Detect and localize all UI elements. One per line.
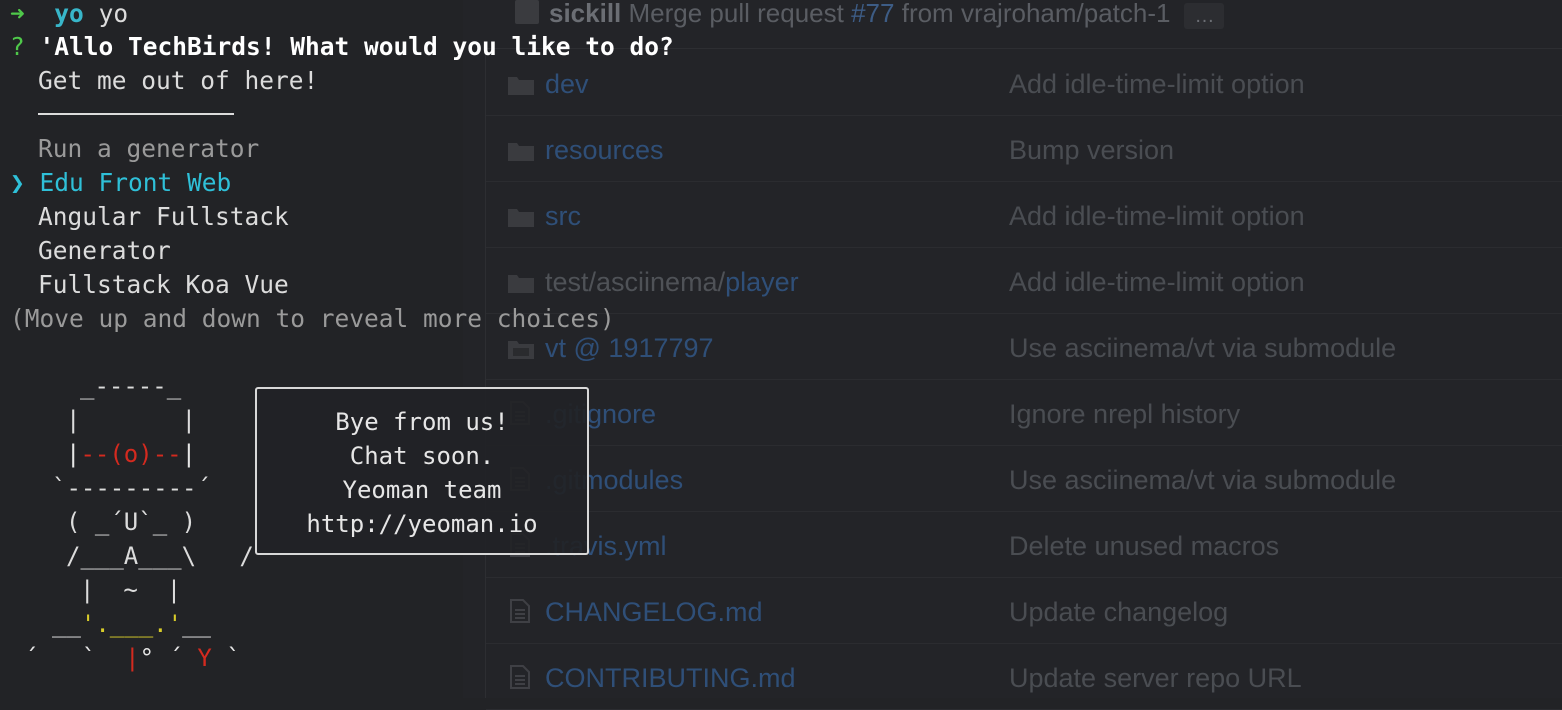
menu-hint: (Move up and down to reveal more choices… xyxy=(10,304,615,333)
menu-option[interactable]: Generator xyxy=(38,234,171,268)
terminal[interactable]: ➜ yo yo ? 'Allo TechBirds! What would yo… xyxy=(0,0,1562,698)
menu-separator xyxy=(38,113,234,115)
command-text: yo xyxy=(98,0,129,28)
menu-option[interactable]: Fullstack Koa Vue xyxy=(38,268,289,302)
menu-option-exit[interactable]: Get me out of here! xyxy=(38,64,318,98)
selection-pointer-icon: ❯ xyxy=(10,168,25,197)
prompt-directory: yo xyxy=(54,0,84,28)
bubble-line: Yeoman team xyxy=(342,476,502,504)
menu-section-title: Run a generator xyxy=(38,134,260,163)
prompt-arrow-icon: ➜ xyxy=(10,0,25,28)
menu-option-label: Edu Front Web xyxy=(39,168,232,197)
prompt-line: ➜ yo yo xyxy=(10,0,128,31)
question-text: 'Allo TechBirds! What would you like to … xyxy=(39,32,674,61)
question-line: ? 'Allo TechBirds! What would you like t… xyxy=(10,30,674,64)
bubble-link[interactable]: http://yeoman.io xyxy=(257,507,587,541)
bubble-line: Bye from us! xyxy=(335,408,509,436)
bubble-line: Chat soon. xyxy=(349,442,495,470)
menu-option-selected[interactable]: ❯ Edu Front Web xyxy=(10,166,231,200)
question-mark-icon: ? xyxy=(10,32,25,61)
yeoman-speech-bubble: Bye from us! Chat soon. Yeoman team http… xyxy=(255,387,589,555)
menu-option[interactable]: Angular Fullstack xyxy=(38,200,289,234)
